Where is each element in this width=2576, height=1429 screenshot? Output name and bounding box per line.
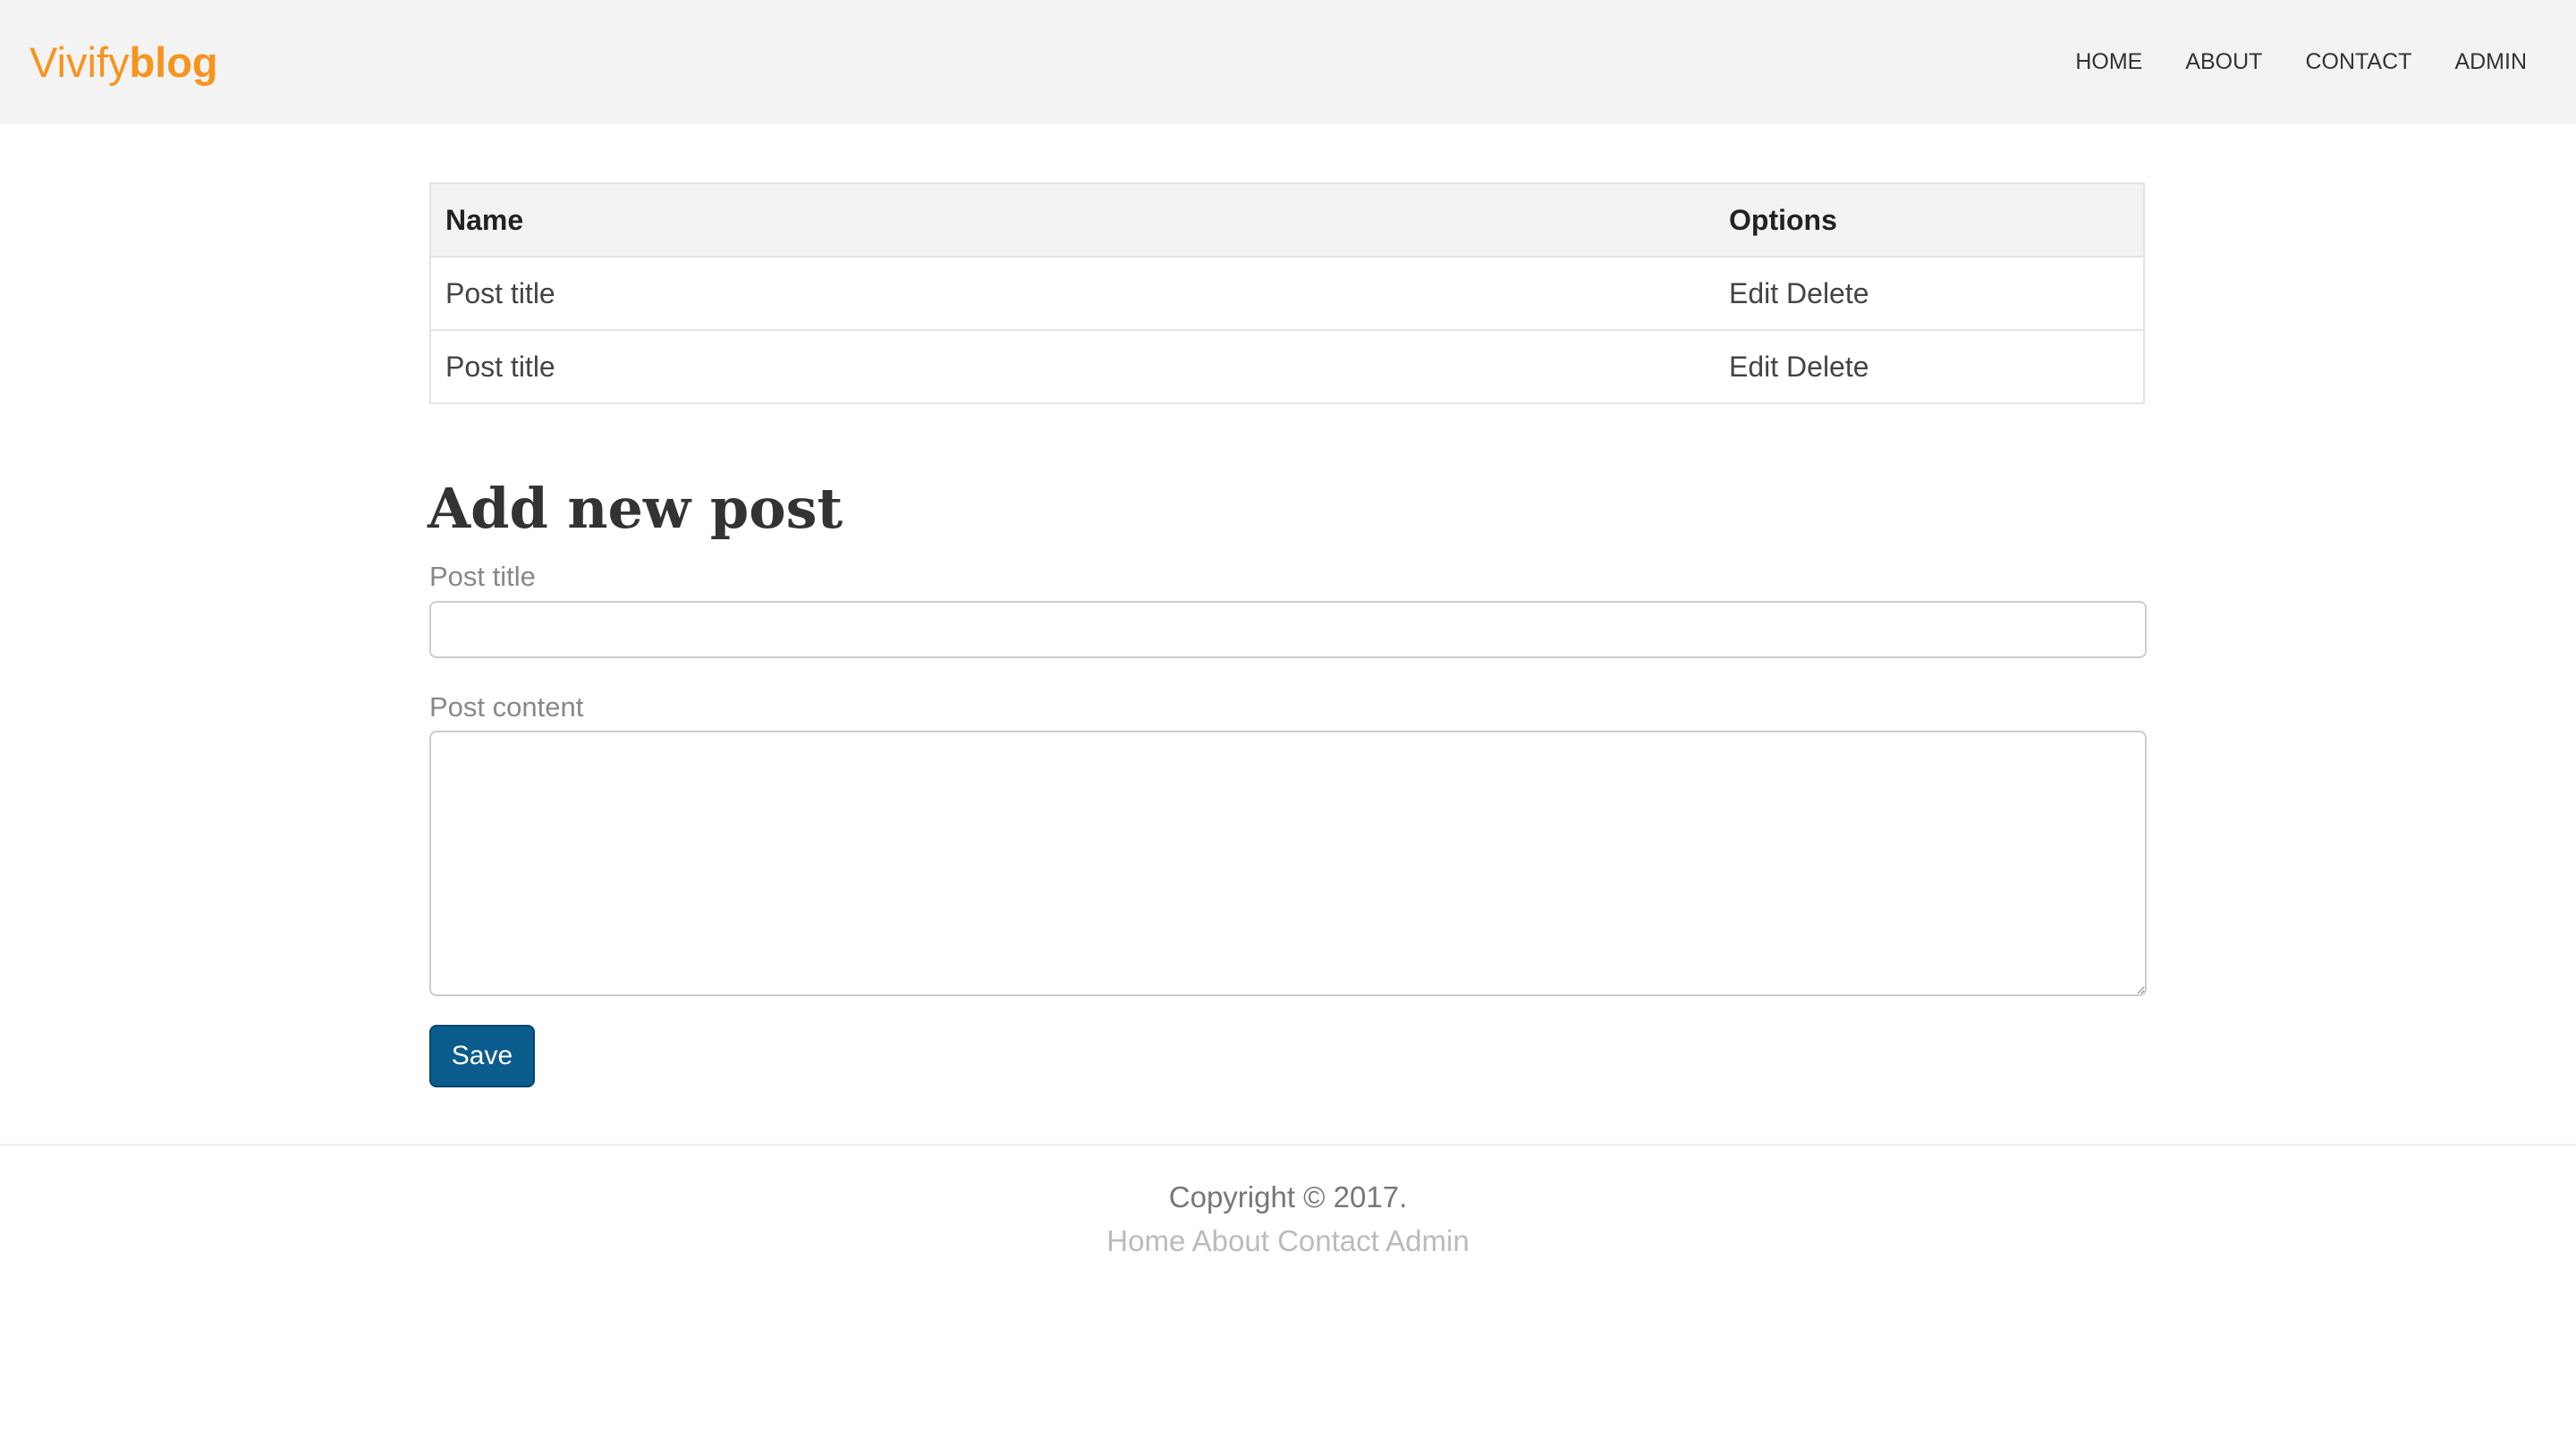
post-title-cell: Post title: [445, 350, 555, 383]
delete-link[interactable]: Delete: [1786, 351, 1869, 383]
post-title-input[interactable]: [429, 601, 2147, 658]
delete-link[interactable]: Delete: [1786, 277, 1869, 309]
post-content-textarea[interactable]: [429, 731, 2147, 996]
site-footer: Copyright © 2017. Home About Contact Adm…: [0, 1144, 2576, 1429]
options-cell: Edit Delete: [1715, 330, 2144, 403]
site-header: Vivifyblog HOME ABOUT CONTACT ADMIN: [0, 0, 2576, 124]
logo-part-blog: blog: [129, 38, 218, 86]
nav-home[interactable]: HOME: [2075, 47, 2142, 77]
add-post-heading: Add new post: [428, 476, 843, 541]
edit-link[interactable]: Edit: [1729, 277, 1778, 309]
site-logo[interactable]: Vivifyblog: [30, 36, 218, 89]
post-content-label: Post content: [429, 691, 584, 723]
table-row: Post title Edit Delete: [430, 330, 2144, 403]
column-header-options: Options: [1715, 183, 2144, 257]
post-title-cell: Post title: [445, 276, 555, 309]
edit-link[interactable]: Edit: [1729, 351, 1778, 383]
nav-contact[interactable]: CONTACT: [2305, 47, 2411, 77]
table-header-row: Name Options: [430, 183, 2144, 257]
footer-link-contact[interactable]: Contact: [1277, 1224, 1379, 1257]
footer-link-about[interactable]: About: [1192, 1224, 1269, 1257]
column-header-name: Name: [430, 183, 1715, 257]
logo-part-vivify: Vivify: [30, 38, 130, 86]
nav-admin[interactable]: ADMIN: [2454, 47, 2527, 77]
footer-link-home[interactable]: Home: [1106, 1224, 1185, 1257]
nav-about[interactable]: ABOUT: [2185, 47, 2262, 77]
table-row: Post title Edit Delete: [430, 257, 2144, 330]
options-cell: Edit Delete: [1715, 257, 2144, 330]
footer-links: Home About Contact Admin: [0, 1222, 2576, 1261]
main-nav: HOME ABOUT CONTACT ADMIN: [2075, 47, 2527, 77]
copyright-text: Copyright © 2017.: [1168, 1180, 1408, 1213]
post-title-label: Post title: [429, 561, 536, 592]
posts-table: Name Options Post title Edit Delete Post…: [429, 182, 2145, 404]
footer-link-admin[interactable]: Admin: [1385, 1224, 1470, 1257]
save-button[interactable]: Save: [429, 1025, 535, 1087]
